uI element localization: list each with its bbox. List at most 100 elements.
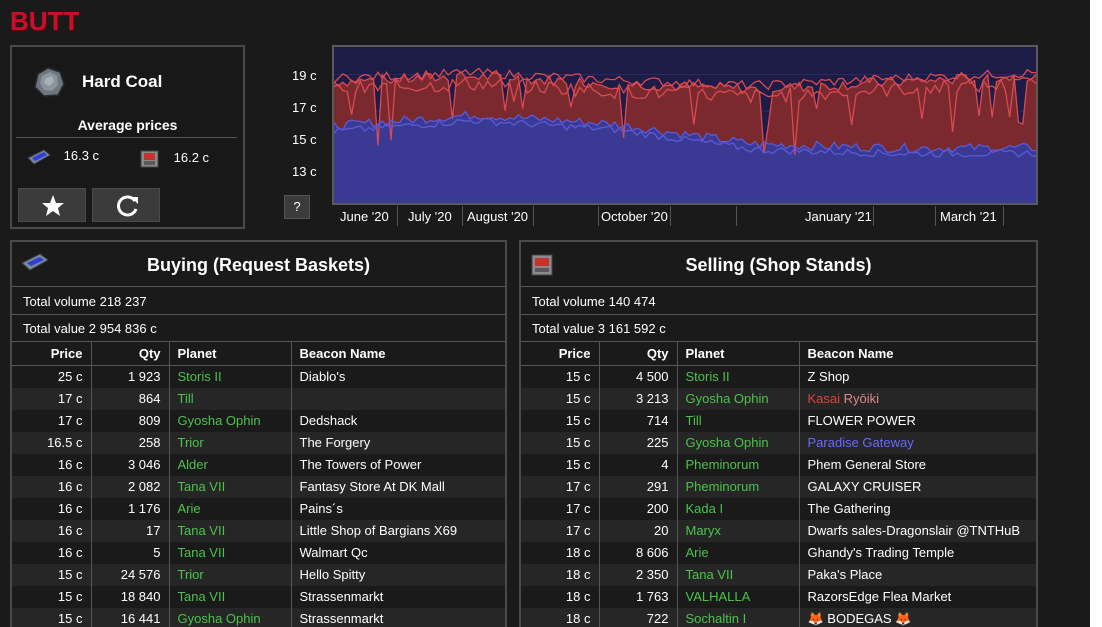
planet-cell: Gyosha Ophin [169, 409, 292, 432]
refresh-icon [117, 195, 138, 217]
beacon-cell: Z Shop [799, 365, 1036, 388]
divider [521, 314, 1036, 315]
table-row[interactable]: 15 c 225 Gyosha Ophin Paradise Gateway [521, 431, 1036, 454]
qty-cell: 18 840 [91, 585, 170, 608]
average-prices-title: Average prices [77, 117, 178, 133]
price-cell: 15 c [521, 387, 600, 410]
planet-cell: Pheminorum [677, 453, 800, 476]
price-cell: 17 c [12, 409, 92, 432]
price-cell: 18 c [521, 585, 600, 608]
price-history-chart[interactable] [332, 45, 1038, 205]
beacon-cell: RazorsEdge Flea Market [799, 585, 1036, 608]
beacon-cell: Dwarfs sales-Dragonslair @TNTHuB [799, 519, 1036, 542]
selling-title: Selling (Shop Stands) [685, 255, 872, 275]
planet-cell: Storis II [677, 365, 800, 388]
table-row[interactable]: 16 c1 176 Arie Pains´s [12, 497, 505, 520]
column-header-planet[interactable]: Planet [169, 341, 292, 366]
beacon-cell: The Towers of Power [291, 453, 505, 476]
app-logo[interactable]: BUTT [10, 6, 79, 37]
table-row[interactable]: 15 c 16 441 Gyosha Ophin Strassenmarkt [12, 607, 505, 627]
qty-cell: 4 500 [599, 365, 678, 388]
column-header-qty[interactable]: Qty [599, 341, 678, 366]
price-cell: 15 c [12, 607, 92, 627]
column-header-qty[interactable]: Qty [91, 341, 170, 366]
table-row[interactable]: 16.5 c 258 Trior The Forgery [12, 431, 505, 454]
column-header-beacon[interactable]: Beacon Name [799, 341, 1036, 366]
table-row[interactable]: 15 c 18 840 Tana VII Strassenmarkt [12, 585, 505, 608]
planet-cell: Trior [169, 431, 292, 454]
refresh-button[interactable] [92, 188, 160, 222]
qty-cell: 20 [599, 519, 678, 542]
price-cell: 16 c [12, 519, 92, 542]
table-row[interactable]: 16 c 5 Tana VII Walmart Qc [12, 541, 505, 564]
average-buy-value: 16.3 c [63, 148, 100, 164]
page-margin [1090, 0, 1102, 627]
beacon-cell: Strassenmarkt [291, 585, 505, 608]
buying-total-volume: Total volume 218 237 [23, 294, 147, 309]
table-row[interactable]: 15 c4 500 Storis II Z Shop [521, 365, 1036, 388]
table-row[interactable]: 16 c2 082 Tana VII Fantasy Store At DK Mal… [12, 475, 505, 498]
planet-cell: Kada I [677, 497, 800, 520]
planet-cell: Sochaltin I [677, 607, 800, 627]
x-tick-divider [533, 206, 534, 226]
qty-cell: 714 [599, 409, 678, 432]
y-tick-label: 19 c [292, 68, 317, 83]
planet-cell: Alder [169, 453, 292, 476]
shop-stand-icon [140, 150, 159, 168]
planet-cell: VALHALLA [677, 585, 800, 608]
average-sell-value: 16.2 c [173, 150, 210, 166]
table-row[interactable]: 25 c1 923 Storis II Diablo's [12, 365, 505, 388]
price-cell: 17 c [12, 387, 92, 410]
planet-cell: Arie [169, 497, 292, 520]
item-name: Hard Coal [82, 72, 163, 91]
divider [12, 286, 505, 287]
table-row[interactable]: 17 c 809 Gyosha Ophin Dedshack [12, 409, 505, 432]
column-header-planet[interactable]: Planet [677, 341, 800, 366]
price-cell: 16 c [12, 453, 92, 476]
price-cell: 16 c [12, 541, 92, 564]
qty-cell: 225 [599, 431, 678, 454]
table-row[interactable]: 18 c8 606 Arie Ghandy's Trading Temple [521, 541, 1036, 564]
table-row[interactable]: 15 c 24 576 Trior Hello Spitty [12, 563, 505, 586]
column-header-beacon[interactable]: Beacon Name [291, 341, 505, 366]
qty-cell: 291 [599, 475, 678, 498]
beacon-cell: The Gathering [799, 497, 1036, 520]
table-row[interactable]: 16 c3 046 Alder The Towers of Power [12, 453, 505, 476]
table-row[interactable]: 17 c 864 Till [12, 387, 505, 410]
planet-cell: Arie [677, 541, 800, 564]
table-row[interactable]: 15 c 714 Till FLOWER POWER [521, 409, 1036, 432]
column-header-price[interactable]: Price [12, 341, 92, 366]
planet-cell: Storis II [169, 365, 292, 388]
selling-total-value: Total value 3 161 592 c [532, 321, 666, 336]
y-tick-label: 13 c [292, 164, 317, 179]
table-row[interactable]: 18 c 722 Sochaltin I 🦊 BODEGAS 🦊 [521, 607, 1036, 627]
beacon-cell: Diablo's [291, 365, 505, 388]
table-row[interactable]: 15 c3 213 Gyosha Ophin Kasai Ryōiki [521, 387, 1036, 410]
column-header-price[interactable]: Price [521, 341, 600, 366]
qty-cell: 16 441 [91, 607, 170, 627]
beacon-cell: Ghandy's Trading Temple [799, 541, 1036, 564]
table-row[interactable]: 17 c 200 Kada I The Gathering [521, 497, 1036, 520]
qty-cell: 5 [91, 541, 170, 564]
favorite-button[interactable] [18, 188, 86, 222]
qty-cell: 864 [91, 387, 170, 410]
x-tick-label: August '20 [467, 209, 529, 224]
price-cell: 16 c [12, 475, 92, 498]
qty-cell: 1 176 [91, 497, 170, 520]
qty-cell: 4 [599, 453, 678, 476]
divider [521, 286, 1036, 287]
table-row[interactable]: 15 c 4 Pheminorum Phem General Store [521, 453, 1036, 476]
x-tick-label: January '21 [805, 209, 872, 224]
x-tick-divider [670, 206, 671, 226]
table-row[interactable]: 17 c 20 Maryx Dwarfs sales-Dragonslair @TNT… [521, 519, 1036, 542]
chart-help-button[interactable]: ? [284, 195, 310, 219]
x-tick-divider [598, 206, 599, 226]
beacon-cell: GALAXY CRUISER [799, 475, 1036, 498]
price-cell: 17 c [521, 519, 600, 542]
request-basket-icon [27, 149, 51, 165]
table-row[interactable]: 17 c 291 Pheminorum GALAXY CRUISER [521, 475, 1036, 498]
y-tick-label: 15 c [292, 132, 317, 147]
table-row[interactable]: 18 c2 350 Tana VII Paka's Place [521, 563, 1036, 586]
table-row[interactable]: 18 c1 763 VALHALLA RazorsEdge Flea Market [521, 585, 1036, 608]
table-row[interactable]: 16 c 17 Tana VII Little Shop of Bargians X6… [12, 519, 505, 542]
